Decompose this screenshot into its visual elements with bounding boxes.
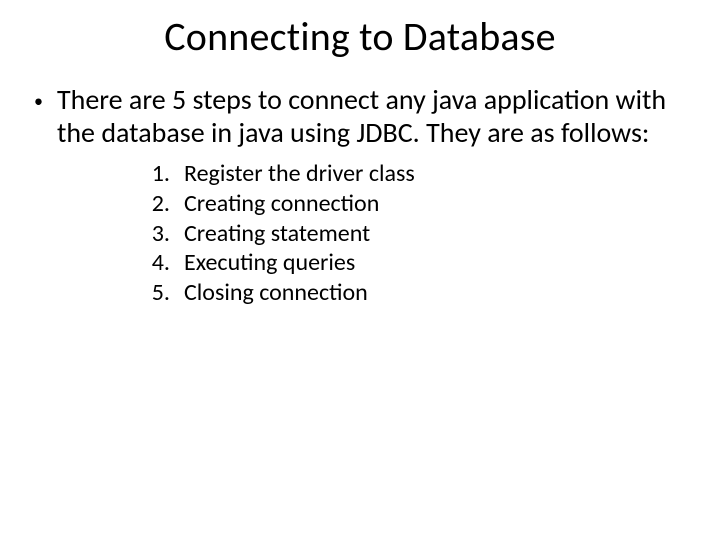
step-text: Register the driver class: [184, 159, 690, 189]
list-item: 4. Executing queries: [140, 248, 690, 278]
slide: Connecting to Database • There are 5 ste…: [0, 0, 720, 540]
list-item: 1. Register the driver class: [140, 159, 690, 189]
step-text: Creating connection: [184, 189, 690, 219]
step-number: 1.: [140, 159, 170, 189]
list-item: 5. Closing connection: [140, 278, 690, 308]
step-text: Creating statement: [184, 219, 690, 249]
step-text: Closing connection: [184, 278, 690, 308]
intro-bullet: • There are 5 steps to connect any java …: [34, 83, 690, 149]
step-number: 5.: [140, 278, 170, 308]
step-number: 4.: [140, 248, 170, 278]
step-text: Executing queries: [184, 248, 690, 278]
intro-text: There are 5 steps to connect any java ap…: [57, 83, 690, 149]
list-item: 3. Creating statement: [140, 219, 690, 249]
bullet-icon: •: [34, 91, 43, 112]
steps-list: 1. Register the driver class 2. Creating…: [140, 159, 690, 308]
step-number: 2.: [140, 189, 170, 219]
list-item: 2. Creating connection: [140, 189, 690, 219]
step-number: 3.: [140, 219, 170, 249]
slide-title: Connecting to Database: [30, 12, 690, 61]
